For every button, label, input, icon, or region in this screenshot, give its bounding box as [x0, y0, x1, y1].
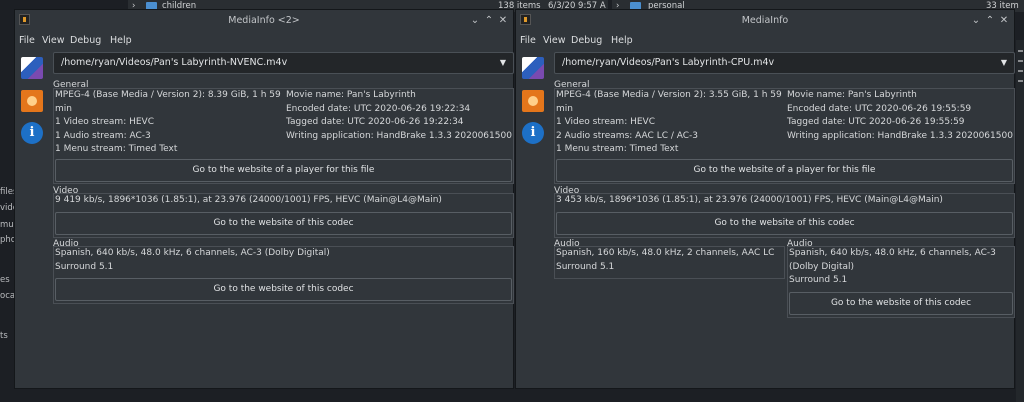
easy-view-icon[interactable]	[522, 57, 544, 79]
general-line: 1 Audio stream: AC-3	[55, 130, 151, 141]
sidebar-fragment[interactable]: ts	[0, 331, 8, 341]
mediainfo-window-right: MediaInfo ⌄ ⌃ ✕ File View Debug Help i /…	[515, 9, 1015, 389]
file-path: /home/ryan/Videos/Pan's Labyrinth-NVENC.…	[61, 57, 288, 68]
video-line: 9 419 kb/s, 1896*1036 (1.85:1), at 23.97…	[55, 195, 442, 205]
general-line: 1 Video stream: HEVC	[55, 117, 154, 127]
info-icon[interactable]: i	[21, 122, 43, 144]
video-line: 3 453 kb/s, 1896*1036 (1.85:1), at 23.97…	[556, 195, 943, 205]
menu-view[interactable]: View	[42, 31, 65, 51]
dropdown-arrow-icon: ▼	[499, 58, 506, 67]
general-line: MPEG-4 (Base Media / Version 2): 8.39 Gi…	[55, 90, 281, 100]
title-bar[interactable]: MediaInfo <2> ⌄ ⌃ ✕	[15, 10, 513, 31]
menu-bar: File View Debug Help	[516, 31, 1014, 51]
menu-debug[interactable]: Debug	[571, 31, 602, 51]
mediainfo-window-left: MediaInfo <2> ⌄ ⌃ ✕ File View Debug Help…	[14, 9, 514, 389]
general-meta-line: Encoded date: UTC 2020-06-26 19:22:34	[286, 103, 471, 114]
window-title: MediaInfo <2>	[228, 15, 300, 26]
player-website-button[interactable]: Go to the website of a player for this f…	[55, 159, 512, 182]
sidebar-fragment[interactable]: es	[0, 275, 10, 285]
menu-debug[interactable]: Debug	[70, 31, 101, 51]
audio-line: Spanish, 640 kb/s, 48.0 kHz, 6 channels,…	[55, 248, 330, 258]
audio-line: Spanish, 640 kb/s, 48.0 kHz, 6 channels,…	[789, 248, 996, 258]
dropdown-arrow-icon: ▼	[1000, 58, 1007, 67]
general-line: 1 Menu stream: Timed Text	[556, 144, 679, 154]
menu-view[interactable]: View	[543, 31, 566, 51]
menu-help[interactable]: Help	[611, 31, 633, 51]
codec-website-button[interactable]: Go to the website of this codec	[789, 292, 1013, 315]
menu-file[interactable]: File	[520, 31, 536, 51]
audio-line: Spanish, 160 kb/s, 48.0 kHz, 2 channels,…	[556, 248, 775, 258]
file-select[interactable]: /home/ryan/Videos/Pan's Labyrinth-CPU.m4…	[554, 52, 1015, 74]
general-line: 1 Menu stream: Timed Text	[55, 144, 178, 154]
easy-view-icon[interactable]	[21, 57, 43, 79]
general-meta-line: Encoded date: UTC 2020-06-26 19:55:59	[787, 103, 972, 114]
menu-file[interactable]: File	[19, 31, 35, 51]
info-icon[interactable]: i	[522, 122, 544, 144]
file-path: /home/ryan/Videos/Pan's Labyrinth-CPU.m4…	[562, 57, 775, 68]
general-meta-line: Movie name: Pan's Labyrinth	[286, 90, 416, 100]
general-line: MPEG-4 (Base Media / Version 2): 3.55 Gi…	[556, 90, 782, 100]
menu-bar: File View Debug Help	[15, 31, 513, 51]
codec-website-button[interactable]: Go to the website of this codec	[556, 212, 1013, 235]
close-icon[interactable]: ✕	[495, 10, 511, 31]
title-bar[interactable]: MediaInfo ⌄ ⌃ ✕	[516, 10, 1014, 31]
sheet-view-icon[interactable]	[522, 90, 544, 112]
file-select[interactable]: /home/ryan/Videos/Pan's Labyrinth-NVENC.…	[53, 52, 514, 74]
window-title: MediaInfo	[741, 15, 789, 26]
close-icon[interactable]: ✕	[996, 10, 1012, 31]
menu-help[interactable]: Help	[110, 31, 132, 51]
general-meta-line: Writing application: HandBrake 1.3.3 202…	[286, 130, 512, 141]
sidebar-fragment[interactable]: oca	[0, 291, 15, 301]
player-website-button[interactable]: Go to the website of a player for this f…	[556, 159, 1013, 182]
codec-website-button[interactable]: Go to the website of this codec	[55, 278, 512, 301]
general-line: min	[55, 103, 72, 114]
general-line: min	[556, 103, 573, 114]
background-scroll-column	[1016, 40, 1024, 402]
codec-website-button[interactable]: Go to the website of this codec	[55, 212, 512, 235]
general-meta-line: Movie name: Pan's Labyrinth	[787, 90, 917, 100]
general-meta-line: Writing application: HandBrake 1.3.3 202…	[787, 130, 1013, 141]
general-line: 1 Video stream: HEVC	[556, 117, 655, 127]
audio-line: (Dolby Digital)	[789, 261, 855, 272]
audio-line: Surround 5.1	[55, 261, 114, 272]
general-meta-line: Tagged date: UTC 2020-06-26 19:22:34	[286, 117, 464, 127]
audio-line: Surround 5.1	[556, 261, 615, 272]
audio-line: Surround 5.1	[789, 275, 848, 285]
general-line: 2 Audio streams: AAC LC / AC-3	[556, 130, 699, 141]
sheet-view-icon[interactable]	[21, 90, 43, 112]
general-meta-line: Tagged date: UTC 2020-06-26 19:55:59	[787, 117, 965, 127]
